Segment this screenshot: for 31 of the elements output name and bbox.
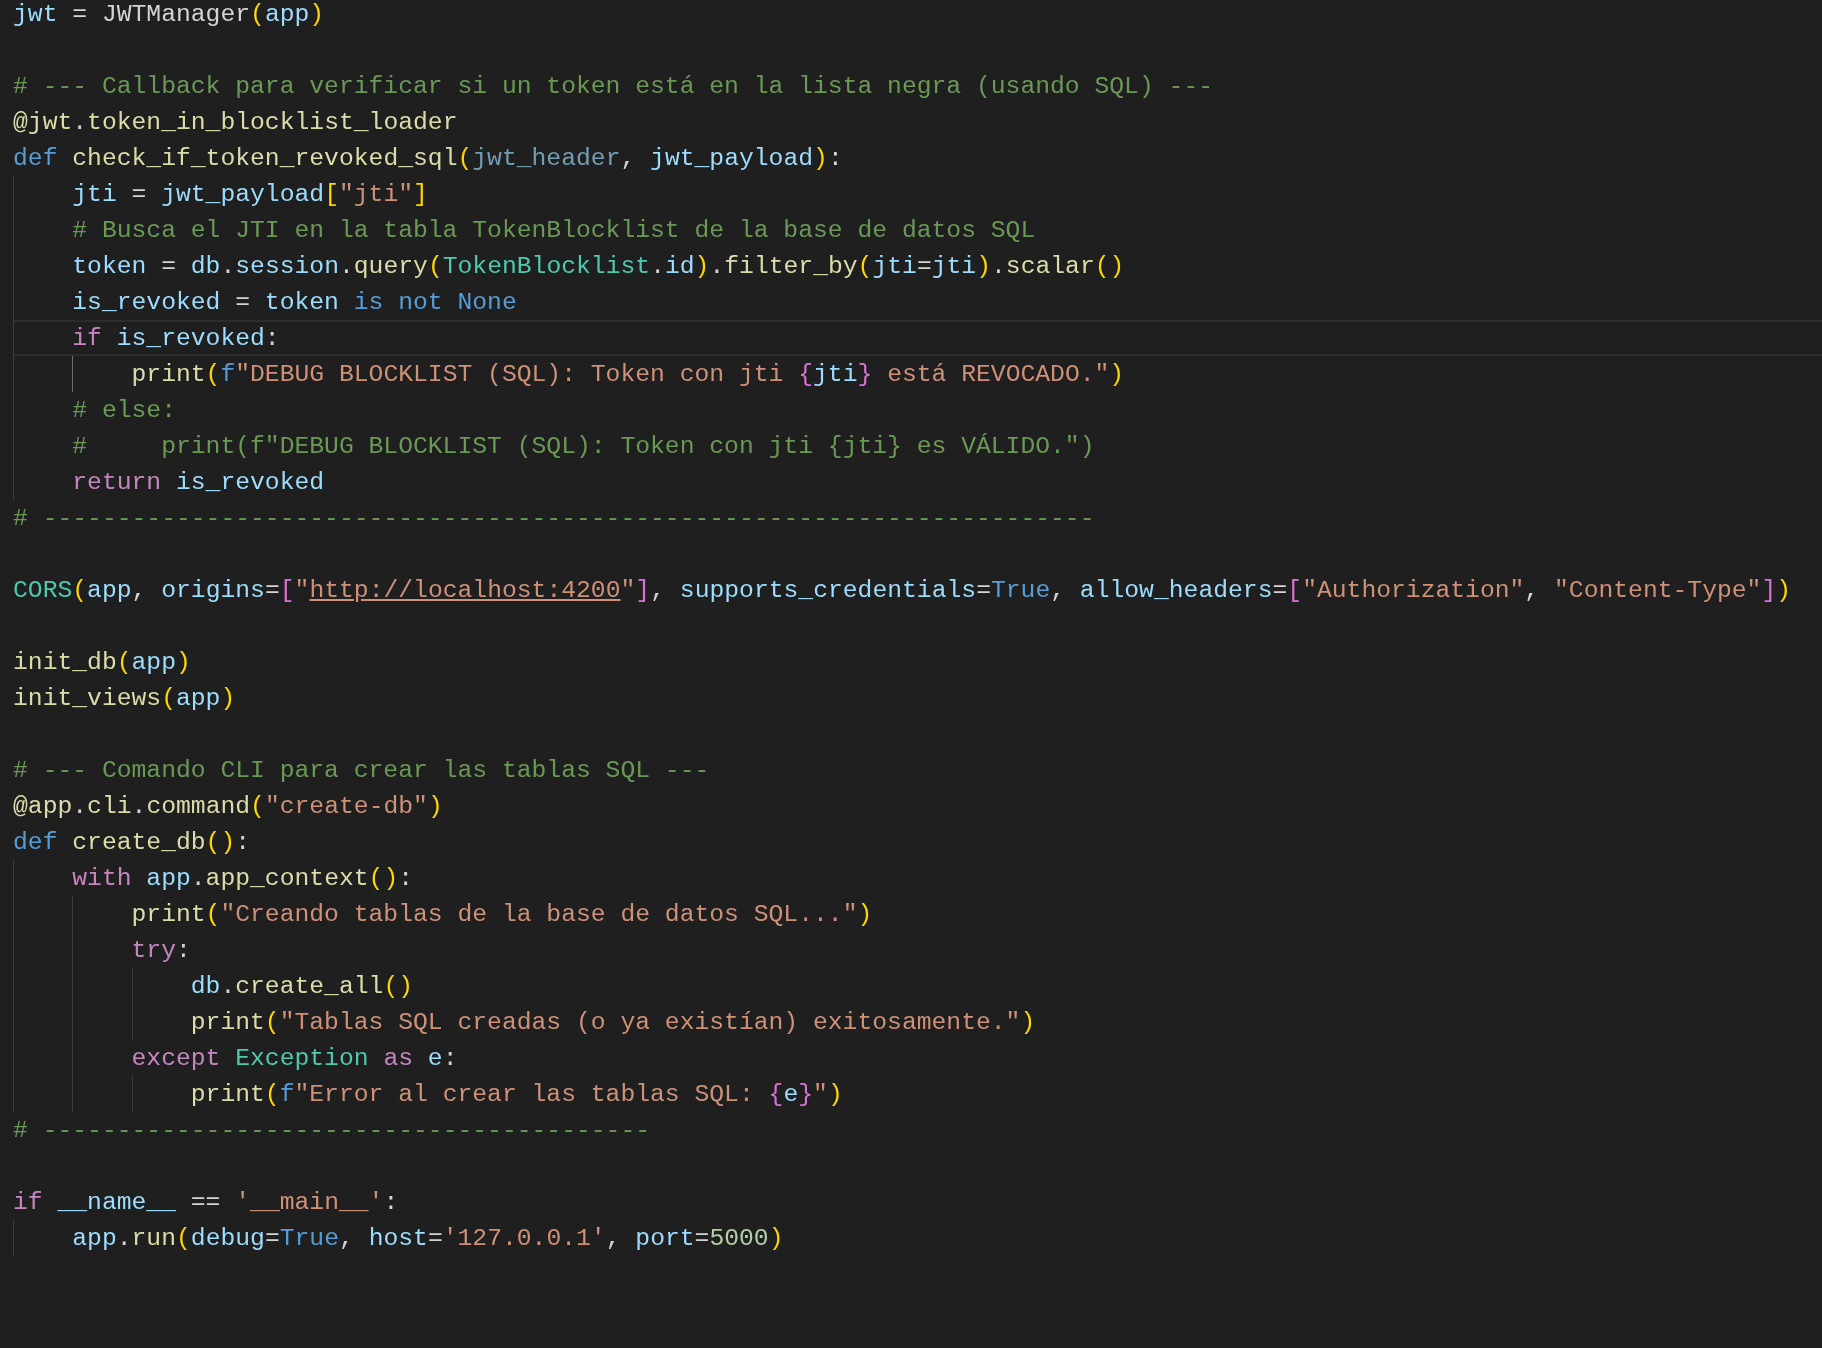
code-line: CORS(app, origins=["http://localhost:4200"], supports_credentials=True, allow_headers=["Authorization", "Content-Type"])	[13, 575, 1792, 606]
code-line: print(f"Error al crear las tablas SQL: {e}")	[190, 1079, 843, 1110]
code-line: return is_revoked	[72, 467, 325, 498]
code-line: # --- Callback para verificar si un token está en la lista negra (usando SQL) ---	[13, 71, 1213, 102]
code-line: # else:	[72, 395, 176, 426]
code-line: with app.app_context():	[72, 863, 414, 894]
code-line: jti = jwt_payload["jti"]	[72, 179, 428, 210]
url-link[interactable]: http://localhost:4200	[309, 576, 621, 604]
code-line: @app.cli.command("create-db")	[13, 791, 443, 822]
code-line: @jwt.token_in_blocklist_loader	[13, 107, 458, 138]
code-line: jwt = JWTManager(app)	[13, 0, 325, 30]
code-line: print("Creando tablas de la base de datos SQL...")	[131, 899, 873, 930]
code-line: token = db.session.query(TokenBlocklist.id).filter_by(jti=jti).scalar()	[72, 251, 1125, 282]
code-line: # --- Comando CLI para crear las tablas SQL ---	[13, 755, 710, 786]
code-line: print("Tablas SQL creadas (o ya existían) exitosamente.")	[190, 1007, 1036, 1038]
code-line: init_db(app)	[13, 647, 191, 678]
code-line: try:	[131, 935, 191, 966]
code-line: # -----------------------------------------	[13, 1115, 651, 1146]
code-line: def check_if_token_revoked_sql(jwt_header, jwt_payload):	[13, 143, 843, 174]
code-line: except Exception as e:	[131, 1043, 458, 1074]
code-line: if is_revoked:	[72, 323, 280, 354]
code-line: # print(f"DEBUG BLOCKLIST (SQL): Token con jti {jti} es VÁLIDO.")	[72, 431, 1095, 462]
code-line: db.create_all()	[190, 971, 413, 1002]
code-line: # -----------------------------------------------------------------------	[13, 503, 1095, 534]
code-line: # Busca el JTI en la tabla TokenBlocklist de la base de datos SQL	[72, 215, 1036, 246]
code-line: print(f"DEBUG BLOCKLIST (SQL): Token con jti {jti} está REVOCADO.")	[131, 359, 1125, 390]
code-line: def create_db():	[13, 827, 251, 858]
code-line: if __name__ == '__main__':	[13, 1187, 399, 1218]
code-line: app.run(debug=True, host='127.0.0.1', port=5000)	[72, 1223, 784, 1254]
code-line: init_views(app)	[13, 683, 236, 714]
code-line: is_revoked = token is not None	[72, 287, 517, 318]
